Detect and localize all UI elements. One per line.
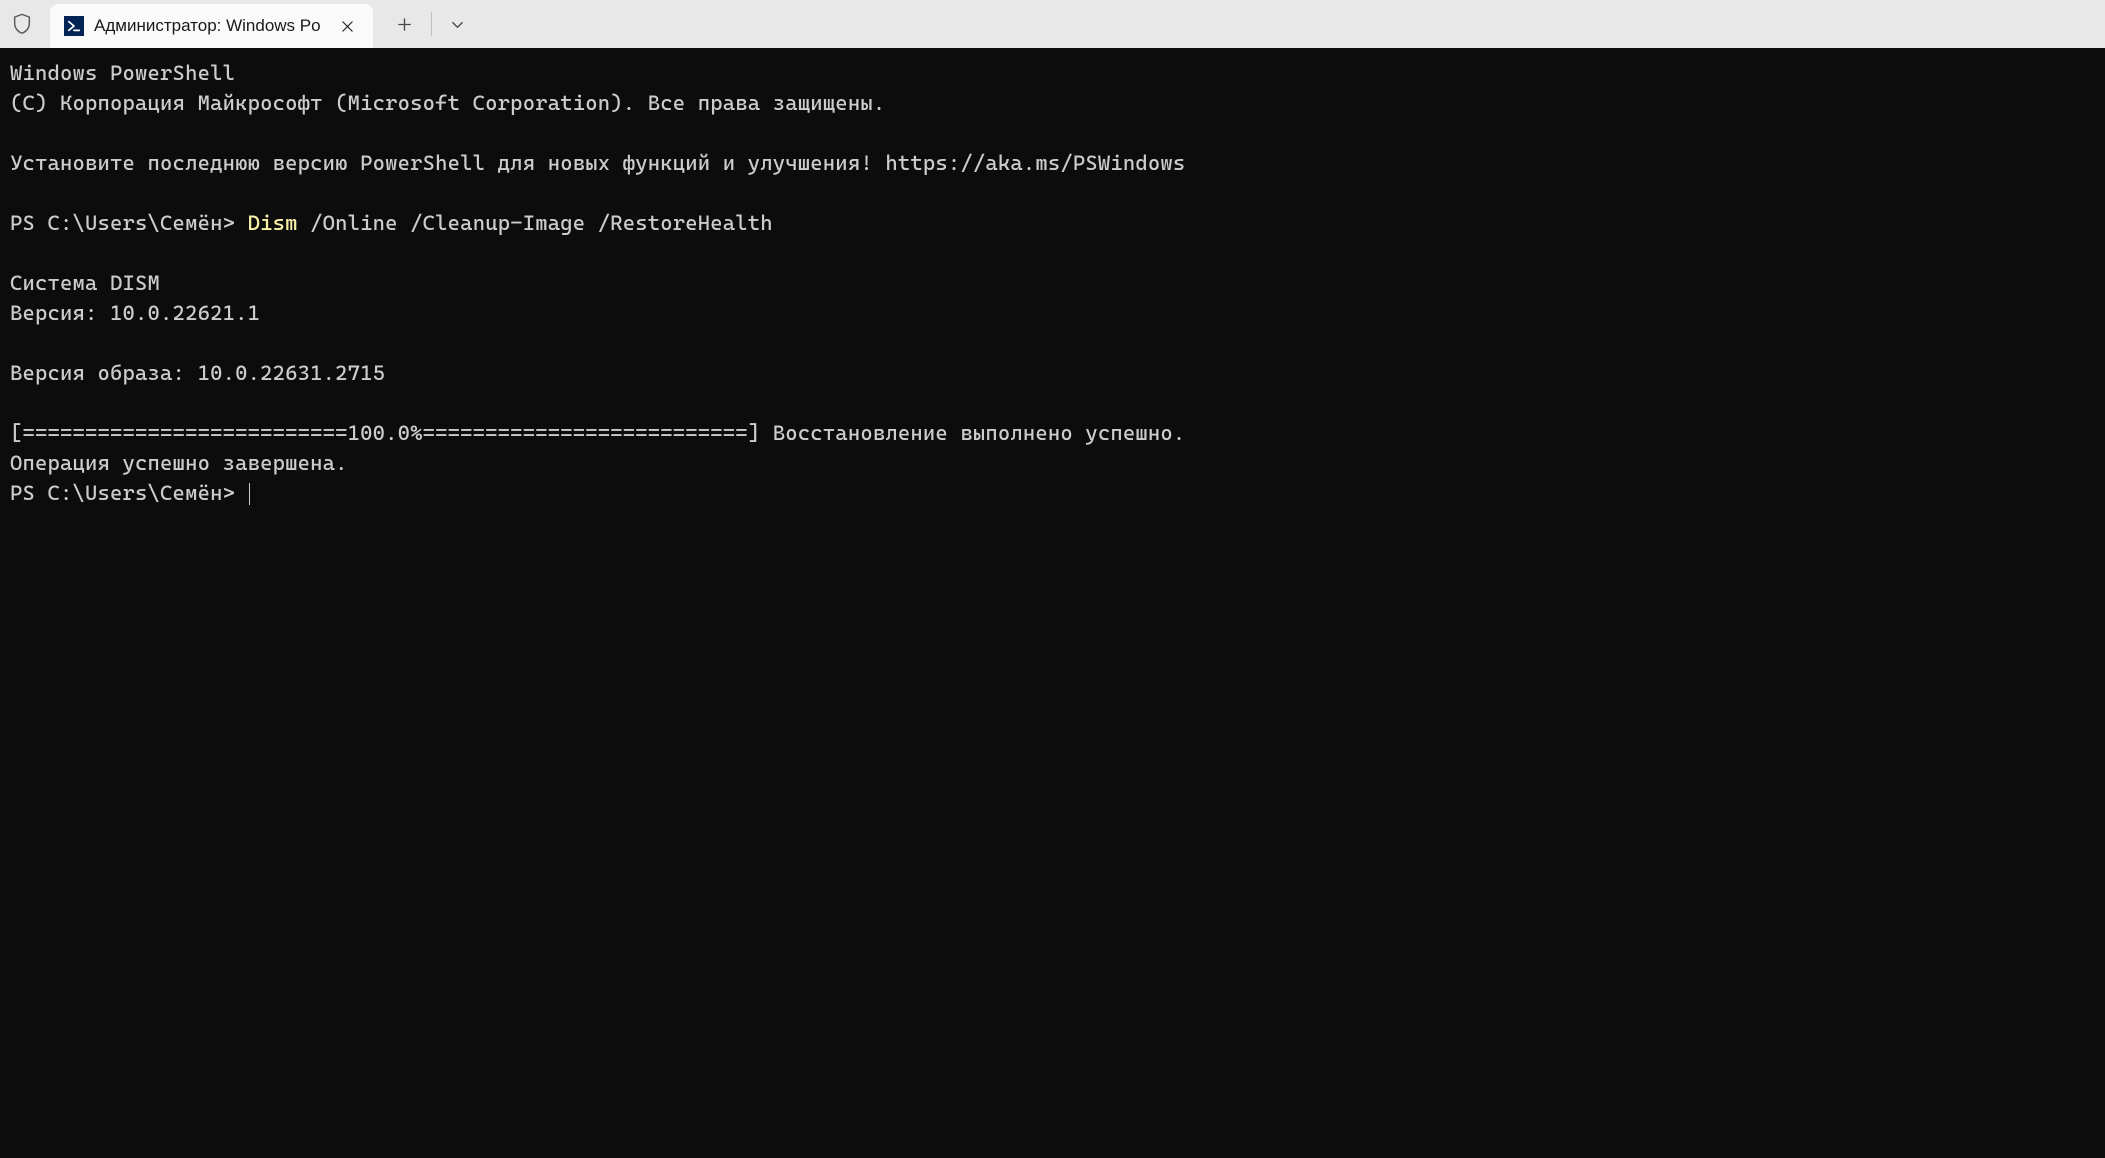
titlebar: Администратор: Windows Po: [0, 0, 2105, 48]
titlebar-actions: [373, 0, 482, 48]
terminal-prompt: PS C:\Users\Семён>: [10, 481, 248, 505]
terminal-line: Версия образа: 10.0.22631.2715: [10, 361, 385, 385]
tab-close-button[interactable]: [337, 15, 359, 37]
new-tab-button[interactable]: [381, 0, 429, 48]
titlebar-divider: [431, 12, 432, 36]
tab-dropdown-button[interactable]: [434, 0, 482, 48]
active-tab[interactable]: Администратор: Windows Po: [50, 4, 373, 48]
tab-title: Администратор: Windows Po: [94, 16, 321, 36]
terminal-line: Установите последнюю версию PowerShell д…: [10, 151, 1185, 175]
terminal-line: Операция успешно завершена.: [10, 451, 348, 475]
terminal-line: Cистема DISM: [10, 271, 160, 295]
terminal-progress: [==========================100.0%=======…: [10, 421, 1185, 445]
terminal-window: Администратор: Windows Po: [0, 0, 2105, 1158]
powershell-icon: [64, 16, 84, 36]
terminal-line: (C) Корпорация Майкрософт (Microsoft Cor…: [10, 91, 885, 115]
terminal-body[interactable]: Windows PowerShell (C) Корпорация Майкро…: [0, 48, 2105, 1158]
shield-icon: [12, 13, 32, 35]
cursor-icon: [249, 483, 250, 505]
terminal-line: Версия: 10.0.22621.1: [10, 301, 260, 325]
terminal-command: Dism: [248, 211, 298, 235]
terminal-prompt: PS C:\Users\Семён>: [10, 211, 248, 235]
terminal-command-args: /Online /Cleanup-Image /RestoreHealth: [298, 211, 773, 235]
terminal-line: Windows PowerShell: [10, 61, 235, 85]
